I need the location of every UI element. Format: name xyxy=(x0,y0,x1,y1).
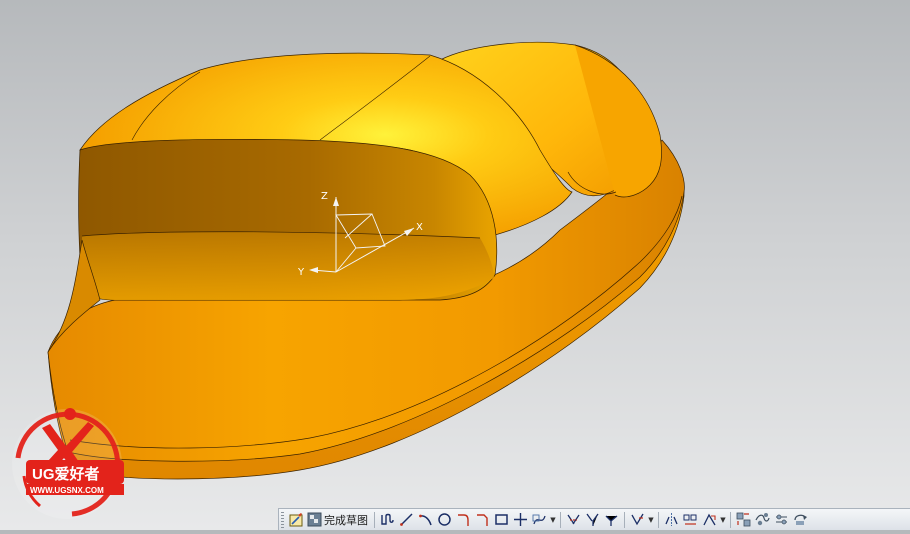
model-canvas[interactable]: Z X Y xyxy=(0,0,910,530)
sketch-toolbar: 完成草图 ▼ ▼ ▼ xyxy=(278,508,910,530)
logo-head-icon xyxy=(64,408,76,420)
chamfer-button[interactable] xyxy=(473,510,492,529)
chevron-down-icon: ▼ xyxy=(720,515,726,524)
point-icon xyxy=(514,513,527,526)
make-corner-icon xyxy=(631,513,644,526)
watermark-url: WWW.UGSNX.COM xyxy=(30,486,104,495)
csys-y-label: Y xyxy=(297,267,305,278)
toolbar-grip[interactable] xyxy=(281,511,284,528)
corner-button[interactable] xyxy=(602,510,621,529)
curve-dropdown-arrow[interactable]: ▼ xyxy=(549,510,557,529)
profile-button[interactable] xyxy=(378,510,397,529)
chevron-down-icon: ▼ xyxy=(550,515,556,524)
extend-button[interactable] xyxy=(583,510,602,529)
sketch-icon xyxy=(289,513,303,527)
profile-icon xyxy=(381,513,394,525)
watermark-logo-text: UG爱好者 xyxy=(32,465,100,483)
mirror-icon xyxy=(665,513,678,526)
csys-z-label: Z xyxy=(321,191,328,202)
rectangle-icon xyxy=(495,514,508,525)
graphics-viewport[interactable]: Z X Y xyxy=(0,0,910,530)
point-button[interactable] xyxy=(511,510,530,529)
sketch-button[interactable] xyxy=(287,510,306,529)
toolbar-separator xyxy=(624,511,625,528)
edit-dropdown-arrow[interactable]: ▼ xyxy=(647,510,655,529)
finish-sketch-button[interactable]: 完成草图 xyxy=(306,510,371,529)
toolbar-separator xyxy=(730,511,731,528)
extend-icon xyxy=(586,513,599,526)
constraint-button[interactable] xyxy=(700,510,719,529)
csys-x-label: X xyxy=(416,222,423,233)
pattern-icon xyxy=(683,514,697,525)
arc-button[interactable] xyxy=(416,510,435,529)
constraint-dropdown-arrow[interactable]: ▼ xyxy=(719,510,727,529)
constraint-icon xyxy=(703,513,716,526)
display-constraint-icon xyxy=(736,512,751,527)
chamfer-icon xyxy=(477,514,488,526)
rectangle-button[interactable] xyxy=(492,510,511,529)
trim-button[interactable] xyxy=(564,510,583,529)
toolbar-separator xyxy=(658,511,659,528)
make-corner-button[interactable] xyxy=(628,510,647,529)
trim-icon xyxy=(567,514,580,525)
mirror-button[interactable] xyxy=(662,510,681,529)
studio-spline-icon xyxy=(532,514,546,525)
line-button[interactable] xyxy=(397,510,416,529)
arc-icon xyxy=(419,514,432,526)
sketch-settings-button[interactable] xyxy=(772,510,791,529)
display-constraint-button[interactable] xyxy=(734,510,753,529)
chevron-down-icon: ▼ xyxy=(648,515,654,524)
auto-dimension-button[interactable] xyxy=(753,510,772,529)
circle-icon xyxy=(438,513,451,526)
auto-dimension-icon xyxy=(755,513,770,526)
pattern-button[interactable] xyxy=(681,510,700,529)
studio-spline-button[interactable] xyxy=(530,510,549,529)
fillet-icon xyxy=(458,514,469,526)
toolbar-separator xyxy=(374,511,375,528)
reattach-icon xyxy=(794,514,807,525)
sketch-settings-icon xyxy=(776,514,787,525)
reattach-button[interactable] xyxy=(791,510,810,529)
fillet-button[interactable] xyxy=(454,510,473,529)
circle-button[interactable] xyxy=(435,510,454,529)
line-icon xyxy=(400,513,413,526)
finish-sketch-label: 完成草图 xyxy=(324,513,368,527)
toolbar-separator xyxy=(560,511,561,528)
ugsnx-watermark: UG爱好者 WWW.UGSNX.COM xyxy=(0,398,135,530)
corner-icon xyxy=(605,515,618,526)
finish-flag-icon xyxy=(307,512,322,527)
